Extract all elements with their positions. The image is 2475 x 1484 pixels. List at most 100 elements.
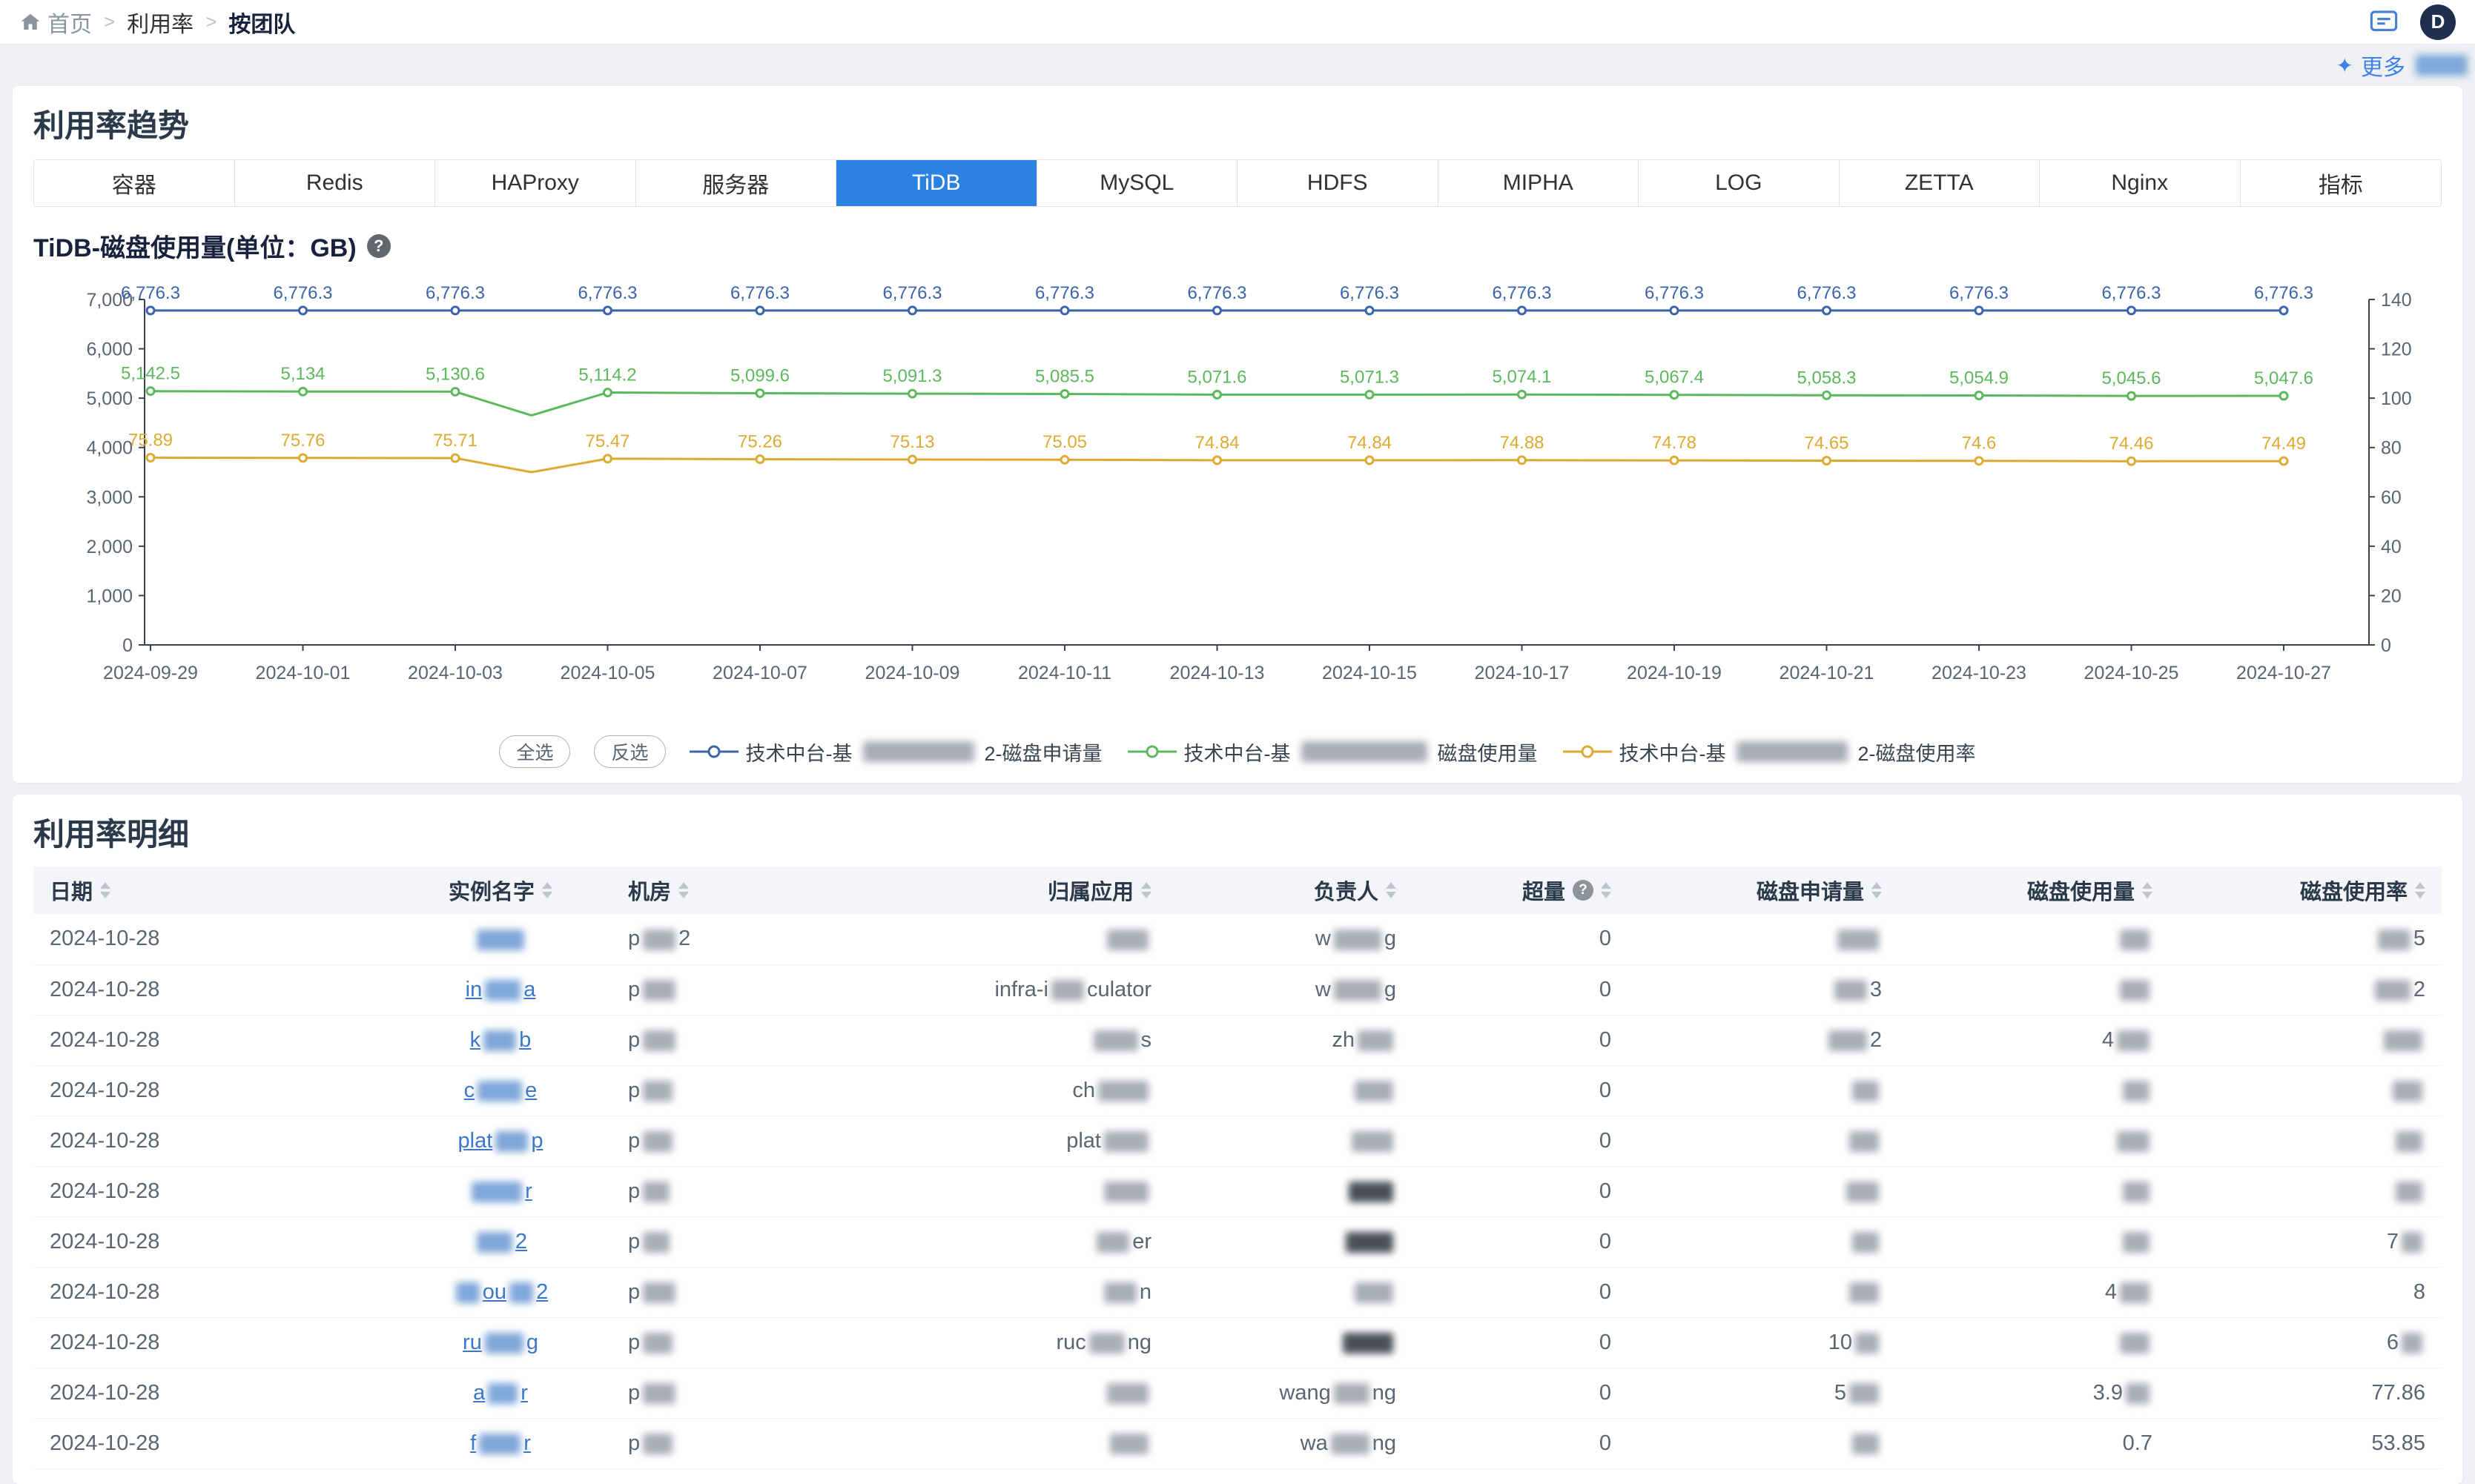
svg-text:2024-10-17: 2024-10-17 [1475, 663, 1570, 683]
sort-icon[interactable] [678, 882, 689, 898]
tab-容器[interactable]: 容器 [34, 160, 235, 206]
instance-link[interactable]: c [464, 1079, 475, 1102]
text: 技术中台-基 [746, 738, 853, 766]
column-header-instance[interactable]: 实例名字 [389, 867, 612, 914]
instance-link[interactable]: a [523, 978, 535, 1001]
column-header-date[interactable]: 日期 [33, 867, 389, 914]
column-header-rate[interactable]: 磁盘使用率 [2169, 867, 2442, 914]
column-header-app[interactable]: 归属应用 [856, 867, 1168, 914]
text: 4 [2105, 1280, 2117, 1304]
tab-服务器[interactable]: 服务器 [636, 160, 837, 206]
sort-icon[interactable] [1601, 882, 1611, 898]
text: wa [1301, 1431, 1328, 1455]
instance-link[interactable]: r [525, 1179, 532, 1203]
instance-link[interactable]: plat [458, 1129, 493, 1153]
column-label: 归属应用 [1048, 875, 1134, 906]
svg-text:5,085.5: 5,085.5 [1035, 366, 1094, 386]
instance-link[interactable]: 2 [536, 1280, 548, 1304]
instance-link[interactable]: p [531, 1129, 543, 1153]
cell-app [856, 914, 1168, 964]
instance-link[interactable]: ou [483, 1280, 506, 1304]
cell-instance: ar [389, 1368, 612, 1418]
text: 8 [2413, 1280, 2425, 1304]
sort-icon[interactable] [542, 882, 552, 898]
column-header-over[interactable]: 超量? [1412, 867, 1628, 914]
cell-usage [1898, 964, 2169, 1015]
cell-request [1628, 1166, 1898, 1216]
instance-link[interactable]: in [466, 978, 483, 1001]
more-link[interactable]: ✦ 更多 [2336, 49, 2471, 82]
svg-text:2024-10-11: 2024-10-11 [1018, 663, 1111, 683]
message-icon[interactable] [2368, 7, 2399, 38]
redacted-block [2123, 1182, 2149, 1202]
instance-link[interactable]: e [525, 1079, 537, 1102]
breadcrumb-home[interactable]: 首页 [19, 6, 92, 39]
tab-Redis[interactable]: Redis [235, 160, 436, 206]
tab-MIPHA[interactable]: MIPHA [1438, 160, 1639, 206]
cell-over: 0 [1412, 914, 1628, 964]
over-quota-help-icon[interactable]: ? [1573, 880, 1593, 901]
text: 2024-10-28 [50, 1280, 159, 1304]
instance-link[interactable]: b [519, 1028, 531, 1052]
text: 2 [1870, 1028, 1882, 1052]
column-header-request[interactable]: 磁盘申请量 [1628, 867, 1898, 914]
instance-link[interactable]: ru [463, 1331, 482, 1354]
cell-date: 2024-10-28 [33, 1267, 389, 1317]
svg-text:140: 140 [2381, 290, 2412, 311]
instance-link[interactable]: 2 [515, 1230, 527, 1253]
redacted-block [2120, 1333, 2149, 1354]
legend-item-1[interactable]: 技术中台-基磁盘使用量 [1128, 738, 1538, 766]
instance-link[interactable]: r [521, 1381, 528, 1405]
svg-text:2024-10-07: 2024-10-07 [713, 663, 807, 683]
instance-link[interactable]: g [526, 1331, 538, 1354]
redacted-block [643, 1282, 675, 1303]
redacted-block [1334, 1383, 1369, 1404]
cell-owner: wangng [1168, 1368, 1412, 1418]
sort-icon[interactable] [100, 882, 110, 898]
legend-marker-icon [1128, 744, 1177, 759]
instance-link[interactable]: f [470, 1431, 476, 1455]
text: 0 [1599, 978, 1611, 1001]
tab-TiDB[interactable]: TiDB [836, 160, 1037, 206]
sort-icon[interactable] [1871, 882, 1882, 898]
sort-icon[interactable] [2142, 882, 2152, 898]
instance-link[interactable]: k [470, 1028, 481, 1052]
legend-item-2[interactable]: 技术中台-基2-磁盘使用率 [1563, 738, 1976, 766]
select-all-button[interactable]: 全选 [499, 735, 570, 768]
tab-HAProxy[interactable]: HAProxy [435, 160, 636, 206]
tab-Nginx[interactable]: Nginx [2040, 160, 2241, 206]
tab-HDFS[interactable]: HDFS [1238, 160, 1438, 206]
cell-request [1628, 1065, 1898, 1116]
column-label: 磁盘使用率 [2300, 875, 2408, 906]
tab-ZETTA[interactable]: ZETTA [1840, 160, 2041, 206]
column-header-idc[interactable]: 机房 [612, 867, 856, 914]
tab-指标[interactable]: 指标 [2241, 160, 2442, 206]
column-header-usage[interactable]: 磁盘使用量 [1898, 867, 2169, 914]
cell-over: 0 [1412, 1418, 1628, 1468]
breadcrumb-utilization[interactable]: 利用率 [127, 6, 194, 39]
sort-icon[interactable] [1386, 882, 1396, 898]
cell-date: 2024-10-28 [33, 1418, 389, 1468]
invert-selection-button[interactable]: 反选 [594, 735, 665, 768]
table-row: 2024-10-28inapinfra-iculatorwg032 [33, 964, 2442, 1015]
sort-icon[interactable] [2415, 882, 2425, 898]
chart-help-icon[interactable]: ? [367, 234, 391, 258]
tab-LOG[interactable]: LOG [1639, 160, 1840, 206]
text: 技术中台-基 [1619, 738, 1726, 766]
sort-icon[interactable] [1141, 882, 1151, 898]
avatar[interactable]: D [2420, 4, 2456, 40]
legend-item-0[interactable]: 技术中台-基2-磁盘申请量 [690, 738, 1103, 766]
utilization-detail-card: 利用率明细 日期实例名字机房归属应用负责人超量?磁盘申请量磁盘使用量磁盘使用率 … [13, 795, 2462, 1484]
instance-link[interactable]: a [473, 1381, 485, 1405]
text: g [1384, 927, 1396, 950]
cell-instance: fr [389, 1418, 612, 1468]
table-row: 2024-10-28rp0 [33, 1166, 2442, 1216]
svg-text:6,776.3: 6,776.3 [2101, 283, 2161, 303]
column-header-owner[interactable]: 负责人 [1168, 867, 1412, 914]
svg-text:5,058.3: 5,058.3 [1797, 368, 1856, 388]
svg-text:75.89: 75.89 [128, 430, 173, 450]
redacted-block [2393, 1081, 2422, 1102]
instance-link[interactable]: r [523, 1431, 531, 1455]
svg-text:6,776.3: 6,776.3 [121, 283, 180, 303]
tab-MySQL[interactable]: MySQL [1037, 160, 1238, 206]
